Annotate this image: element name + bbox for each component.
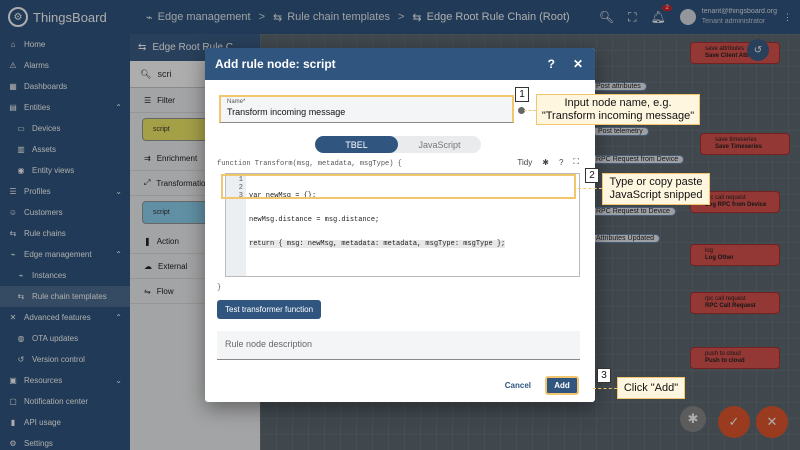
name-value: Transform incoming message xyxy=(227,107,346,117)
callout-1: Input node name, e.g. "Transform incomin… xyxy=(536,94,700,125)
callout-3-number: 3 xyxy=(597,368,611,383)
description-input[interactable]: Rule node description xyxy=(217,331,580,360)
dialog-footer: Cancel Add xyxy=(205,368,595,402)
language-toggle[interactable]: TBEL JavaScript xyxy=(315,136,481,153)
callout-1-number: 1 xyxy=(515,87,529,102)
function-signature: function Transform(msg, metadata, msgTyp… xyxy=(217,160,402,168)
add-button[interactable]: Add xyxy=(545,375,579,395)
node-name-input[interactable]: Name* Transform incoming message xyxy=(219,95,514,123)
callout-2-connector xyxy=(578,188,602,189)
toggle-javascript[interactable]: JavaScript xyxy=(398,136,481,153)
script-editor[interactable]: 123 var newMsg = {}; newMsg.distance = m… xyxy=(221,173,580,277)
code-line-2: newMsg.distance = msg.distance; xyxy=(249,216,380,224)
function-close-brace: } xyxy=(217,284,222,292)
toggle-tbel[interactable]: TBEL xyxy=(315,136,398,153)
editor-toolbar: Tidy ✱ ? ⛶ xyxy=(517,157,579,167)
callout-2-number: 2 xyxy=(585,168,599,183)
fullscreen-icon[interactable]: ⛶ xyxy=(573,157,579,167)
dialog-title: Add rule node: script xyxy=(215,57,336,71)
name-label: Name* xyxy=(227,99,246,105)
bug-icon[interactable]: ✱ xyxy=(542,158,549,167)
help-icon[interactable]: ? xyxy=(548,57,555,71)
dialog-header: Add rule node: script ? ✕ xyxy=(205,48,595,80)
code-line-3: return { msg: newMsg, metadata: metadata… xyxy=(249,240,506,248)
test-transformer-button[interactable]: Test transformer function xyxy=(217,300,322,319)
callout-3-connector xyxy=(593,388,617,389)
help-circle-icon[interactable]: ? xyxy=(559,158,563,167)
callout-1-connector xyxy=(524,110,536,111)
code-highlight-box xyxy=(221,174,576,199)
tidy-button[interactable]: Tidy xyxy=(517,158,532,167)
cancel-button[interactable]: Cancel xyxy=(505,381,531,390)
callout-2: Type or copy paste JavaScript snipped xyxy=(602,173,710,205)
close-icon[interactable]: ✕ xyxy=(573,57,583,71)
callout-3: Click "Add" xyxy=(617,377,685,399)
